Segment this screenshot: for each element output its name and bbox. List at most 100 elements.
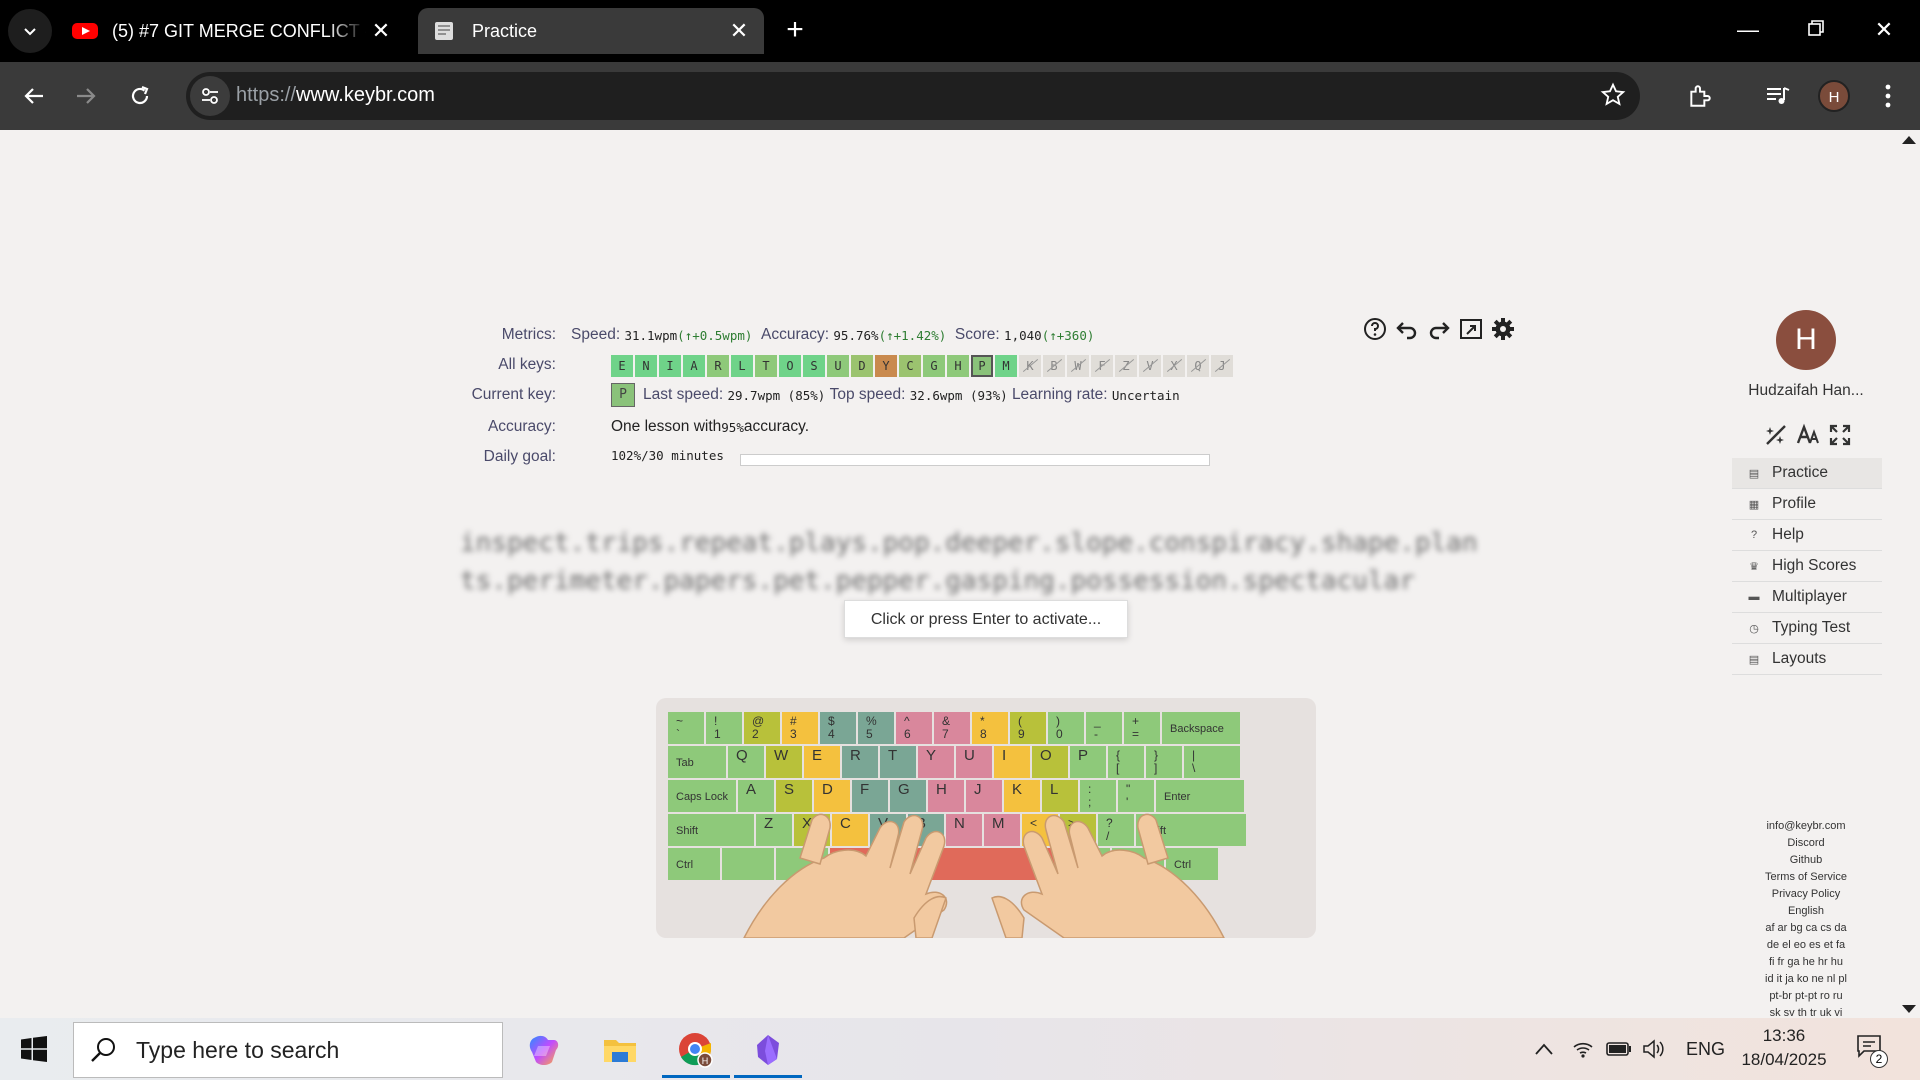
trophy-icon: ♛ <box>1749 560 1759 573</box>
extensions-icon[interactable] <box>1680 76 1720 116</box>
font-theme-icon[interactable] <box>1794 422 1822 448</box>
footer-link[interactable]: Privacy Policy <box>1730 886 1882 903</box>
close-tab-icon[interactable]: ✕ <box>724 18 754 44</box>
back-button[interactable] <box>14 76 54 116</box>
battery-icon[interactable] <box>1606 1036 1632 1062</box>
user-name[interactable]: Hudzaifah Han... <box>1730 382 1882 400</box>
help-circle-icon[interactable] <box>1362 316 1388 342</box>
sidebar-tools <box>1762 422 1854 448</box>
language-indicator[interactable]: ENG <box>1686 1036 1725 1062</box>
settings-gear-icon[interactable] <box>1490 316 1516 342</box>
key-bottom-label: 9 <box>1018 727 1025 741</box>
footer-link[interactable]: de el eo es et fa <box>1730 937 1882 954</box>
footer-link[interactable]: English <box>1730 903 1882 920</box>
sidebar-item-help[interactable]: ? Help <box>1732 520 1882 551</box>
key-bottom-label: \ <box>1192 761 1196 775</box>
all-keys-label: All keys: <box>498 356 556 373</box>
tab-search-button[interactable] <box>8 9 52 53</box>
key-bottom-label: Tab <box>676 757 694 769</box>
scroll-up-arrow[interactable] <box>1902 136 1916 144</box>
lesson-text[interactable]: inspect.trips.repeat.plays.pop.deeper.sl… <box>460 524 1480 600</box>
speed-label: Speed: <box>571 326 621 343</box>
chrome-app-icon[interactable]: H <box>660 1022 732 1078</box>
key-top-label: I <box>1002 747 1007 764</box>
sidebar-item-multiplayer[interactable]: ▬ Multiplayer <box>1732 582 1882 613</box>
bookmark-star-icon[interactable] <box>1600 82 1626 113</box>
sidebar-item-high-scores[interactable]: ♛ High Scores <box>1732 551 1882 582</box>
sidebar-item-profile[interactable]: ▦ Profile <box>1732 489 1882 520</box>
car-icon: ▬ <box>1748 591 1760 603</box>
footer-link[interactable]: af ar bg ca cs da <box>1730 920 1882 937</box>
keybr-icon <box>435 22 453 40</box>
all-keys-item: K <box>1019 355 1041 377</box>
scroll-down-arrow[interactable] <box>1902 1005 1916 1013</box>
key-top-label: A <box>746 781 757 798</box>
sidebar-item-layouts[interactable]: ▤ Layouts <box>1732 644 1882 675</box>
sidebar-item-label: High Scores <box>1772 557 1857 574</box>
virtual-keyboard: ~ `! 1 @2 #3 $4% 5 ^ 6 & 7 * 8(9) 0 _ - + = Backspace Tab Q W… <box>656 698 1316 938</box>
file-explorer-app-icon[interactable] <box>584 1022 656 1078</box>
key-bottom-label: ` <box>676 727 680 741</box>
all-keys-item: X <box>1163 355 1185 377</box>
close-tab-icon[interactable]: ✕ <box>366 18 396 44</box>
copilot-app-icon[interactable] <box>508 1022 580 1078</box>
all-keys-item: E <box>611 355 633 377</box>
sidebar-item-practice[interactable]: ▤ Practice <box>1732 458 1882 489</box>
menu-kebab-icon[interactable] <box>1868 76 1908 116</box>
keyboard-key: @2 <box>744 712 780 744</box>
key-top-label: _ <box>1094 714 1101 728</box>
redo-icon[interactable] <box>1426 316 1452 342</box>
expand-icon[interactable] <box>1826 422 1854 448</box>
all-keys-item: D <box>851 355 873 377</box>
activate-prompt[interactable]: Click or press Enter to activate... <box>844 600 1128 638</box>
fullscreen-icon[interactable] <box>1458 316 1484 342</box>
key-top-label: U <box>964 747 975 764</box>
footer-link[interactable]: Discord <box>1730 835 1882 852</box>
page-content: Metrics: Speed: 31.1wpm (↑+0.5wpm) Accur… <box>0 130 1920 1080</box>
tab-youtube[interactable]: (5) #7 GIT MERGE CONFLICT - Y ✕ <box>58 8 406 54</box>
footer-link[interactable]: Github <box>1730 852 1882 869</box>
tab-practice[interactable]: Practice ✕ <box>418 8 764 54</box>
restore-button[interactable] <box>1794 10 1838 50</box>
profile-avatar[interactable]: H <box>1818 80 1850 112</box>
footer-link[interactable]: info@keybr.com <box>1730 818 1882 835</box>
footer-link[interactable]: pt-br pt-pt ro ru <box>1730 988 1882 1005</box>
keyboard-key: R <box>842 746 878 778</box>
undo-icon[interactable] <box>1394 316 1420 342</box>
key-top-label: T <box>888 747 898 764</box>
windows-logo-icon <box>21 1036 47 1062</box>
show-hidden-icons[interactable] <box>1534 1036 1554 1062</box>
key-top-label: ~ <box>676 714 684 728</box>
start-button[interactable] <box>14 1032 54 1066</box>
keyboard-key: }] <box>1146 746 1182 778</box>
address-bar[interactable]: https://www.keybr.com <box>186 72 1640 120</box>
obsidian-app-icon[interactable] <box>732 1022 804 1078</box>
close-window-button[interactable]: ✕ <box>1862 10 1906 50</box>
taskbar-search-box[interactable]: Type here to search <box>73 1022 503 1078</box>
system-clock[interactable]: 13:36 18/04/2025 <box>1734 1024 1834 1072</box>
new-tab-button[interactable]: + <box>778 14 812 48</box>
forward-button[interactable] <box>66 76 106 116</box>
footer-link[interactable]: fi fr ga he hr hu <box>1730 954 1882 971</box>
reload-button[interactable] <box>120 76 160 116</box>
minimize-button[interactable]: — <box>1726 10 1770 50</box>
keyboard-key: ^ 6 <box>896 712 932 744</box>
network-icon[interactable] <box>1572 1036 1594 1062</box>
sidebar-item-typing-test[interactable]: ◷ Typing Test <box>1732 613 1882 644</box>
site-info-icon[interactable] <box>190 76 230 116</box>
footer-link[interactable]: id it ja ko ne nl pl <box>1730 971 1882 988</box>
volume-icon[interactable] <box>1642 1036 1666 1062</box>
sidebar-item-label: Typing Test <box>1772 619 1851 636</box>
footer-link[interactable]: Terms of Service <box>1730 869 1882 886</box>
restore-icon <box>1808 20 1824 36</box>
keyboard-key: ~ ` <box>668 712 704 744</box>
user-avatar[interactable]: H <box>1776 310 1836 370</box>
accuracy-value: 95.76% <box>833 327 879 343</box>
color-theme-icon[interactable] <box>1762 422 1790 448</box>
daily-goal-row: Daily goal: 102%/30 minutes <box>440 448 1340 474</box>
key-top-label: G <box>898 781 910 798</box>
notification-center-button[interactable]: 2 <box>1856 1034 1888 1068</box>
taskbar-search-placeholder: Type here to search <box>136 1036 340 1063</box>
media-control-icon[interactable] <box>1758 76 1798 116</box>
all-keys-item: Y <box>875 355 897 377</box>
